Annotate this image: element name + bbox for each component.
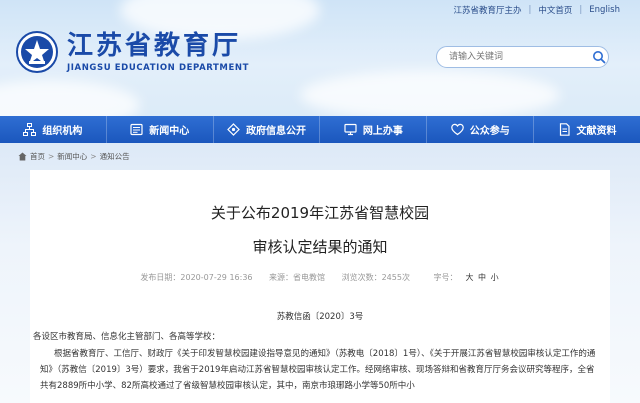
divider: | bbox=[579, 5, 583, 15]
logo-english-name: JIANGSU EDUCATION DEPARTMENT bbox=[67, 63, 249, 73]
breadcrumb-news[interactable]: 新闻中心 bbox=[57, 151, 87, 162]
main-nav: 组织机构 新闻中心 政府信息公开 网上办事 公众参与 文献资料 bbox=[0, 116, 640, 143]
nav-item-news[interactable]: 新闻中心 bbox=[107, 116, 214, 143]
doc-link-guidance[interactable]: 《关于印发智慧校园建设指导意见的通知》 bbox=[173, 349, 335, 359]
nav-label: 新闻中心 bbox=[149, 126, 190, 137]
breadcrumb-separator: > bbox=[48, 152, 55, 161]
divider: | bbox=[528, 5, 532, 15]
info-disclosure-icon bbox=[227, 123, 240, 136]
breadcrumb-home[interactable]: 首页 bbox=[30, 151, 45, 162]
nav-label: 政府信息公开 bbox=[246, 126, 307, 137]
logo-chinese-name: 江苏省教育厅 bbox=[67, 31, 242, 61]
top-link-site[interactable]: 江苏省教育厅主办 bbox=[454, 4, 522, 16]
article-title-line1: 关于公布2019年江苏省智慧校园 bbox=[210, 204, 430, 222]
search-icon[interactable] bbox=[592, 50, 606, 64]
nav-item-online-service[interactable]: 网上办事 bbox=[320, 116, 428, 143]
top-links: 江苏省教育厅主办 | 中文首页 | English bbox=[454, 4, 620, 16]
article-meta: 发布日期：2020-07-29 16:36 来源：省电教馆 浏览次数：2455次… bbox=[30, 272, 610, 283]
documents-icon bbox=[559, 123, 570, 136]
news-icon bbox=[130, 123, 143, 136]
body-text: 根据省教育厅、工信厅、财政厅 bbox=[54, 349, 174, 359]
publish-date: 发布日期：2020-07-29 16:36 bbox=[140, 273, 253, 282]
nav-item-org[interactable]: 组织机构 bbox=[0, 116, 107, 143]
body-text: （苏教电〔2018〕1号）、 bbox=[334, 349, 430, 359]
org-chart-icon bbox=[23, 123, 37, 136]
nav-label: 公众参与 bbox=[469, 126, 510, 137]
site-header: 江苏省教育厅主办 | 中文首页 | English 江苏省教育厅 JIANGSU… bbox=[0, 0, 640, 116]
top-link-english[interactable]: English bbox=[589, 5, 620, 15]
breadcrumb-separator: > bbox=[90, 152, 97, 161]
article-body: 根据省教育厅、工信厅、财政厅《关于印发智慧校园建设指导意见的通知》（苏教电〔20… bbox=[40, 346, 600, 394]
nav-item-public[interactable]: 公众参与 bbox=[427, 116, 535, 143]
breadcrumb-current[interactable]: 通知公告 bbox=[100, 151, 130, 162]
article-panel: 关于公布2019年江苏省智慧校园 审核认定结果的通知 发布日期：2020-07-… bbox=[30, 170, 610, 403]
font-size-medium[interactable]: 中 bbox=[478, 273, 486, 282]
article-title-line2: 审核认定结果的通知 bbox=[252, 238, 388, 256]
font-size-label: 字号： bbox=[433, 273, 458, 282]
search-input[interactable] bbox=[436, 46, 609, 68]
font-size-large[interactable]: 大 bbox=[466, 273, 474, 282]
breadcrumb: 首页 > 新闻中心 > 通知公告 bbox=[18, 151, 130, 162]
public-participation-icon bbox=[450, 123, 464, 136]
article-source: 来源：省电教馆 bbox=[269, 273, 326, 282]
view-count: 浏览次数：2455次 bbox=[341, 273, 410, 282]
emblem-icon bbox=[16, 31, 58, 73]
nav-label: 网上办事 bbox=[362, 126, 403, 137]
body-text: （苏教信〔2019〕3号）要求，我省于2019年启动江苏省智慧校园审核认定工作。… bbox=[40, 365, 595, 391]
site-logo[interactable]: 江苏省教育厅 JIANGSU EDUCATION DEPARTMENT bbox=[16, 31, 249, 73]
nav-item-info[interactable]: 政府信息公开 bbox=[214, 116, 321, 143]
home-icon bbox=[18, 152, 27, 161]
online-service-icon bbox=[344, 123, 357, 136]
font-size-control: 字号： 大 中 小 bbox=[427, 273, 500, 282]
nav-item-documents[interactable]: 文献资料 bbox=[534, 116, 640, 143]
top-link-chinese[interactable]: 中文首页 bbox=[538, 4, 572, 16]
nav-label: 文献资料 bbox=[576, 126, 617, 137]
nav-label: 组织机构 bbox=[42, 126, 83, 137]
document-number: 苏教信函〔2020〕3号 bbox=[276, 312, 364, 322]
salutation: 各设区市教育局、信息化主管部门、各高等学校： bbox=[33, 332, 221, 342]
font-size-small[interactable]: 小 bbox=[491, 273, 499, 282]
